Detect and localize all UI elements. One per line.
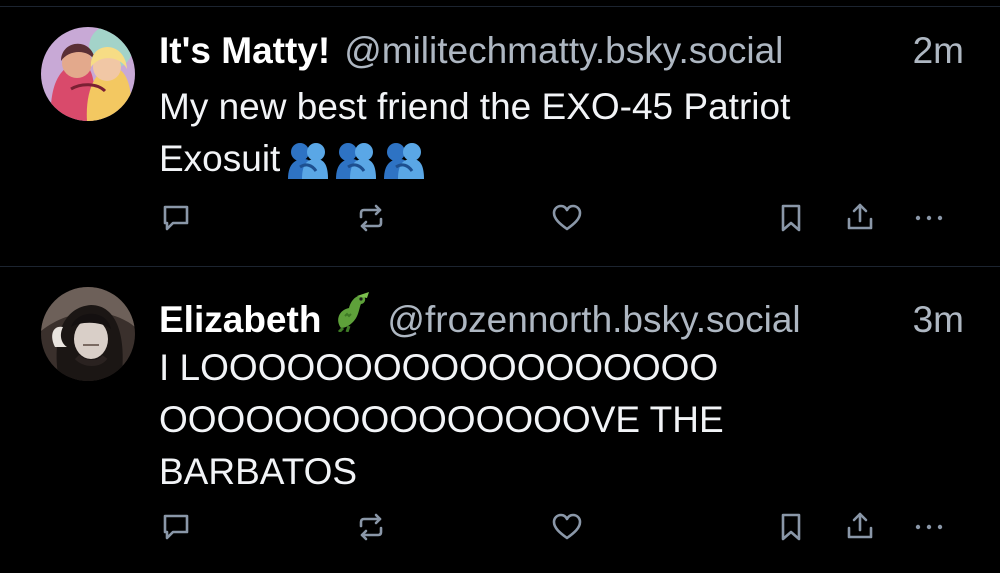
post-feed: It's Matty! @militechmatty.bsky.social 2… bbox=[0, 0, 1000, 573]
post[interactable]: Elizabeth @frozennorth.bsky.social 3m I … bbox=[0, 267, 1000, 573]
share-button[interactable] bbox=[840, 198, 880, 238]
people-hugging-emoji-icon bbox=[336, 143, 377, 179]
reply-button[interactable] bbox=[156, 507, 196, 547]
bookmark-button[interactable] bbox=[771, 507, 811, 547]
people-hugging-emoji-icon bbox=[384, 143, 425, 179]
post-timestamp[interactable]: 3m bbox=[903, 298, 964, 342]
people-hugging-emoji-icon bbox=[288, 143, 329, 179]
display-name[interactable]: Elizabeth bbox=[159, 298, 321, 342]
share-icon bbox=[847, 512, 873, 539]
avatar[interactable] bbox=[41, 27, 135, 121]
post-body: My new best friend the EXO-45 Patriot Ex… bbox=[159, 86, 791, 179]
more-icon bbox=[915, 215, 943, 221]
post-body: I LOOOOOOOOOOOOOOOOOO OOOOOOOOOOOOOOOVE … bbox=[159, 347, 724, 492]
more-options-button[interactable] bbox=[909, 198, 949, 238]
user-handle[interactable]: @frozennorth.bsky.social bbox=[387, 298, 800, 342]
display-name[interactable]: It's Matty! bbox=[159, 29, 330, 73]
repost-icon bbox=[359, 513, 383, 541]
reply-icon bbox=[163, 514, 189, 540]
post-text: My new best friend the EXO-45 Patriot Ex… bbox=[159, 81, 930, 185]
more-icon bbox=[915, 524, 943, 530]
reply-icon bbox=[163, 205, 189, 231]
post-actions bbox=[0, 198, 1000, 238]
post-header: Elizabeth @frozennorth.bsky.social 3m bbox=[159, 290, 964, 342]
repost-button[interactable] bbox=[351, 198, 391, 238]
crocodile-emoji-icon bbox=[331, 290, 373, 342]
post-timestamp[interactable]: 2m bbox=[903, 29, 964, 73]
like-button[interactable] bbox=[547, 198, 587, 238]
user-handle[interactable]: @militechmatty.bsky.social bbox=[344, 29, 783, 73]
bookmark-icon bbox=[781, 204, 801, 232]
hug-emoji-group bbox=[286, 141, 426, 179]
reply-button[interactable] bbox=[156, 198, 196, 238]
bookmark-button[interactable] bbox=[771, 198, 811, 238]
post-text: I LOOOOOOOOOOOOOOOOOO OOOOOOOOOOOOOOOVE … bbox=[159, 342, 930, 498]
like-icon bbox=[552, 513, 582, 540]
bookmark-icon bbox=[781, 513, 801, 541]
avatar[interactable] bbox=[41, 287, 135, 381]
share-button[interactable] bbox=[840, 507, 880, 547]
post-header: It's Matty! @militechmatty.bsky.social 2… bbox=[159, 29, 964, 73]
share-icon bbox=[847, 203, 873, 230]
like-icon bbox=[552, 204, 582, 231]
like-button[interactable] bbox=[547, 507, 587, 547]
post[interactable]: It's Matty! @militechmatty.bsky.social 2… bbox=[0, 0, 1000, 266]
more-options-button[interactable] bbox=[909, 507, 949, 547]
repost-button[interactable] bbox=[351, 507, 391, 547]
repost-icon bbox=[359, 204, 383, 232]
post-actions bbox=[0, 507, 1000, 547]
